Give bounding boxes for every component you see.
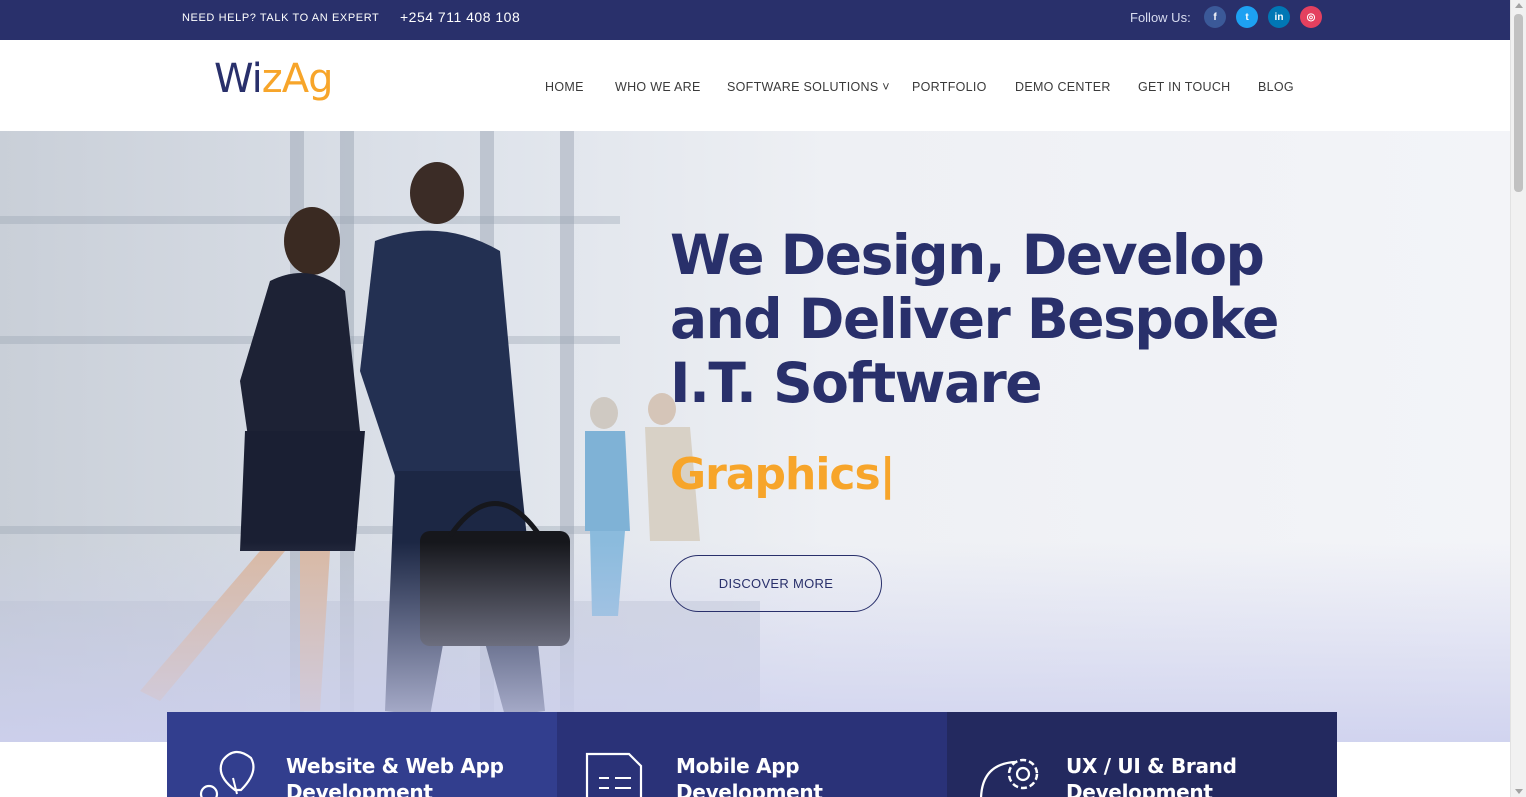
nav-blog[interactable]: BLOG	[1258, 80, 1294, 94]
scroll-up-icon[interactable]	[1515, 3, 1523, 8]
scroll-down-icon[interactable]	[1515, 789, 1523, 794]
instagram-icon[interactable]: ◎	[1300, 6, 1322, 28]
nav-portfolio[interactable]: PORTFOLIO	[912, 80, 987, 94]
nav-software-solutions[interactable]: SOFTWARE SOLUTIONS ˅	[727, 80, 890, 94]
hero-heading-line: We Design, Develop	[670, 223, 1265, 287]
hero-heading-line: and Deliver Bespoke	[670, 287, 1279, 351]
follow-us-label: Follow Us:	[1130, 10, 1191, 25]
nav-who-we-are[interactable]: WHO WE ARE	[615, 80, 701, 94]
nav-get-in-touch[interactable]: GET IN TOUCH	[1138, 80, 1231, 94]
gear-cycle-icon	[980, 758, 1039, 797]
document-list-icon	[585, 752, 643, 797]
site-logo[interactable]: WizAg	[214, 56, 334, 102]
service-card-mobile[interactable]: Mobile App Development	[557, 712, 947, 797]
service-title: UX / UI & Brand Development	[1066, 754, 1237, 797]
service-card-web[interactable]: Website & Web App Development	[167, 712, 557, 797]
service-title: Mobile App Development	[676, 754, 823, 797]
service-card-ux[interactable]: UX / UI & Brand Development	[947, 712, 1337, 797]
facebook-icon[interactable]: f	[1204, 6, 1226, 28]
lightbulb-gear-icon	[199, 750, 255, 797]
hero-banner: We Design, Develop and Deliver Bespoke I…	[0, 131, 1510, 742]
nav-demo-center[interactable]: DEMO CENTER	[1015, 80, 1111, 94]
logo-text-z: z	[261, 56, 283, 102]
hero-heading-line: I.T. Software	[670, 351, 1043, 415]
twitter-icon[interactable]: t	[1236, 6, 1258, 28]
nav-home[interactable]: HOME	[545, 80, 584, 94]
hero-heading: We Design, Develop and Deliver Bespoke I…	[670, 223, 1370, 415]
discover-more-button[interactable]: DISCOVER MORE	[670, 555, 882, 612]
logo-text-ag: Ag	[281, 56, 334, 102]
help-text: NEED HELP? TALK TO AN EXPERT	[182, 12, 380, 24]
hero-typed-word: Graphics|	[670, 449, 896, 500]
linkedin-icon[interactable]: in	[1268, 6, 1290, 28]
page-scrollbar[interactable]	[1510, 0, 1526, 797]
logo-text-wi: Wi	[214, 56, 263, 102]
site-header: WizAg HOME WHO WE ARE SOFTWARE SOLUTIONS…	[0, 40, 1510, 131]
scrollbar-thumb[interactable]	[1514, 14, 1523, 192]
phone-number-link[interactable]: +254 711 408 108	[400, 9, 520, 25]
top-bar: NEED HELP? TALK TO AN EXPERT +254 711 40…	[0, 0, 1510, 40]
service-title: Website & Web App Development	[286, 754, 504, 797]
